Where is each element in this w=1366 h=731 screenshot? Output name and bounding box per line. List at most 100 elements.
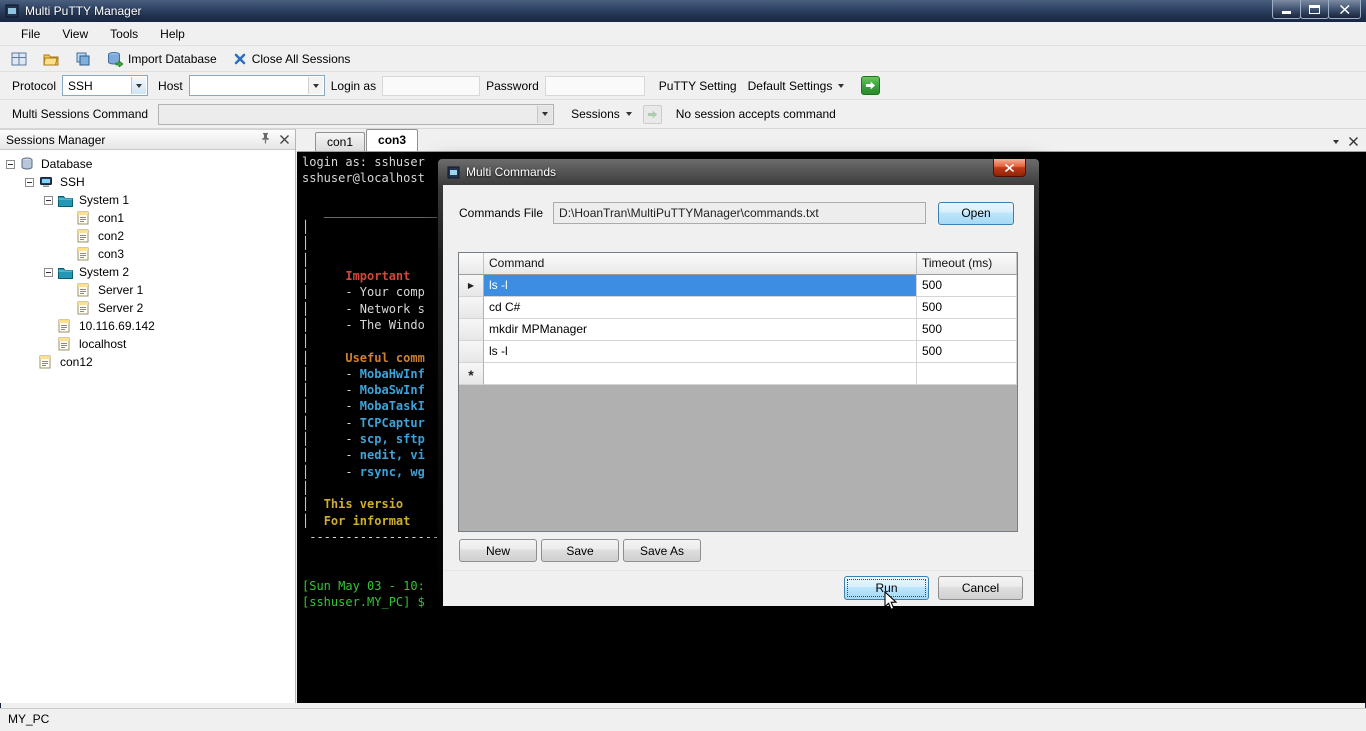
import-database-button[interactable]: Import Database bbox=[104, 49, 220, 69]
tree-collapse-icon[interactable] bbox=[6, 159, 15, 169]
menu-item-help[interactable]: Help bbox=[149, 23, 196, 45]
grid-row[interactable]: cd C# 500 bbox=[459, 297, 1017, 319]
tree-item-10-116-69-142[interactable]: 10.116.69.142 bbox=[0, 317, 295, 335]
row-header[interactable] bbox=[459, 341, 484, 363]
command-cell[interactable] bbox=[484, 363, 917, 385]
import-database-icon bbox=[108, 51, 123, 67]
menu-item-view[interactable]: View bbox=[51, 23, 99, 45]
tab-close-icon[interactable] bbox=[1349, 135, 1358, 149]
connect-button[interactable] bbox=[861, 76, 881, 95]
tree-item-con2[interactable]: con2 bbox=[0, 227, 295, 245]
panel-close-icon[interactable] bbox=[280, 133, 289, 147]
tree-item-label: System 1 bbox=[79, 193, 130, 207]
tree-item-label: SSH bbox=[60, 175, 85, 189]
command-cell[interactable]: mkdir MPManager bbox=[484, 319, 917, 341]
commands-file-input[interactable] bbox=[553, 202, 926, 224]
grid-corner-header[interactable] bbox=[459, 253, 484, 275]
session-tabstrip: con1 con3 bbox=[297, 129, 1366, 152]
command-column-header[interactable]: Command bbox=[484, 253, 917, 275]
tree-item-label: 10.116.69.142 bbox=[79, 319, 155, 333]
tree-item-server-2[interactable]: Server 2 bbox=[0, 299, 295, 317]
mouse-cursor bbox=[884, 590, 898, 614]
timeout-cell[interactable] bbox=[917, 363, 1017, 385]
tree-collapse-icon[interactable] bbox=[44, 195, 53, 205]
tree-item-localhost[interactable]: localhost bbox=[0, 335, 295, 353]
sessions-grid-button[interactable] bbox=[8, 49, 30, 69]
connection-bar: Protocol SSH Host Login as Password PuTT… bbox=[0, 72, 1366, 100]
timeout-column-header[interactable]: Timeout (ms) bbox=[917, 253, 1017, 275]
new-row-indicator[interactable]: * bbox=[459, 363, 484, 385]
menu-item-tools[interactable]: Tools bbox=[99, 23, 149, 45]
maximize-button[interactable] bbox=[1300, 0, 1329, 19]
minimize-button[interactable] bbox=[1272, 0, 1301, 19]
password-input[interactable] bbox=[544, 75, 645, 96]
close-all-sessions-button[interactable]: Close All Sessions bbox=[230, 50, 354, 68]
current-row-indicator[interactable]: ▶ bbox=[459, 275, 484, 297]
login-input[interactable] bbox=[382, 75, 481, 96]
tree-collapse-icon[interactable] bbox=[25, 177, 34, 187]
titlebar[interactable]: Multi PuTTY Manager bbox=[0, 0, 1366, 22]
timeout-cell[interactable]: 500 bbox=[917, 275, 1017, 297]
command-cell[interactable]: ls -l bbox=[484, 275, 917, 297]
chevron-down-icon[interactable] bbox=[307, 77, 323, 94]
tree-item-con3[interactable]: con3 bbox=[0, 245, 295, 263]
row-header[interactable] bbox=[459, 319, 484, 341]
grid-row[interactable]: ▶ ls -l 500 bbox=[459, 275, 1017, 297]
tree-item-system-1[interactable]: System 1 bbox=[0, 191, 295, 209]
chevron-down-icon bbox=[838, 83, 845, 88]
tree-item-con12[interactable]: con12 bbox=[0, 353, 295, 371]
close-button[interactable] bbox=[1328, 0, 1361, 19]
server-icon bbox=[39, 175, 55, 189]
new-button[interactable]: New bbox=[459, 539, 537, 562]
grid-row[interactable]: * bbox=[459, 363, 1017, 385]
save-database-button[interactable] bbox=[72, 49, 94, 69]
commands-file-label: Commands File bbox=[459, 206, 544, 220]
save-as-button[interactable]: Save As bbox=[623, 539, 701, 562]
send-command-button[interactable] bbox=[642, 104, 662, 124]
dialog-titlebar[interactable]: Multi Commands bbox=[438, 159, 1039, 185]
open-folder-icon bbox=[43, 54, 59, 65]
dialog-close-button[interactable] bbox=[993, 159, 1026, 177]
tab-con3[interactable]: con3 bbox=[366, 129, 419, 151]
grid-row[interactable]: mkdir MPManager 500 bbox=[459, 319, 1017, 341]
timeout-cell[interactable]: 500 bbox=[917, 297, 1017, 319]
chevron-down-icon[interactable] bbox=[537, 105, 553, 123]
tree-item-database[interactable]: Database bbox=[0, 155, 295, 173]
sessions-label: Sessions bbox=[571, 107, 620, 121]
open-database-button[interactable] bbox=[40, 49, 62, 69]
import-database-label: Import Database bbox=[128, 51, 217, 66]
multi-sessions-command-combo[interactable] bbox=[158, 103, 555, 125]
tab-con1[interactable]: con1 bbox=[315, 132, 366, 151]
grid-row[interactable]: ls -l 500 bbox=[459, 341, 1017, 363]
chevron-down-icon[interactable] bbox=[131, 77, 147, 94]
menu-item-file[interactable]: File bbox=[10, 23, 51, 45]
save-button[interactable]: Save bbox=[541, 539, 619, 562]
commands-grid: Command Timeout (ms) ▶ ls -l 500 cd C# 500 mk… bbox=[458, 252, 1018, 532]
multi-commands-dialog: Multi Commands Commands File Open Comman… bbox=[437, 158, 1040, 612]
session-page-icon bbox=[77, 211, 93, 225]
command-cell[interactable]: ls -l bbox=[484, 341, 917, 363]
session-status-text: No session accepts command bbox=[675, 107, 836, 121]
tree-item-label: con2 bbox=[98, 229, 125, 243]
session-page-icon bbox=[58, 319, 74, 333]
database-icon bbox=[20, 157, 36, 171]
tree-item-ssh[interactable]: SSH bbox=[0, 173, 295, 191]
pin-icon[interactable] bbox=[260, 132, 271, 147]
tab-list-dropdown-icon[interactable] bbox=[1333, 140, 1339, 144]
cancel-button[interactable]: Cancel bbox=[938, 576, 1023, 600]
tree-item-con1[interactable]: con1 bbox=[0, 209, 295, 227]
command-cell[interactable]: cd C# bbox=[484, 297, 917, 319]
tree-item-server-1[interactable]: Server 1 bbox=[0, 281, 295, 299]
host-combo[interactable] bbox=[188, 75, 325, 96]
putty-setting-value: Default Settings bbox=[747, 78, 833, 93]
timeout-cell[interactable]: 500 bbox=[917, 341, 1017, 363]
row-header[interactable] bbox=[459, 297, 484, 319]
putty-setting-combo[interactable]: Default Settings bbox=[743, 76, 850, 96]
protocol-combo[interactable]: SSH bbox=[62, 75, 149, 96]
tree-item-system-2[interactable]: System 2 bbox=[0, 263, 295, 281]
tree-collapse-icon[interactable] bbox=[44, 267, 53, 277]
footer-divider bbox=[443, 570, 1034, 571]
open-button[interactable]: Open bbox=[938, 201, 1014, 225]
timeout-cell[interactable]: 500 bbox=[917, 319, 1017, 341]
sessions-dropdown-button[interactable]: Sessions bbox=[566, 104, 637, 124]
